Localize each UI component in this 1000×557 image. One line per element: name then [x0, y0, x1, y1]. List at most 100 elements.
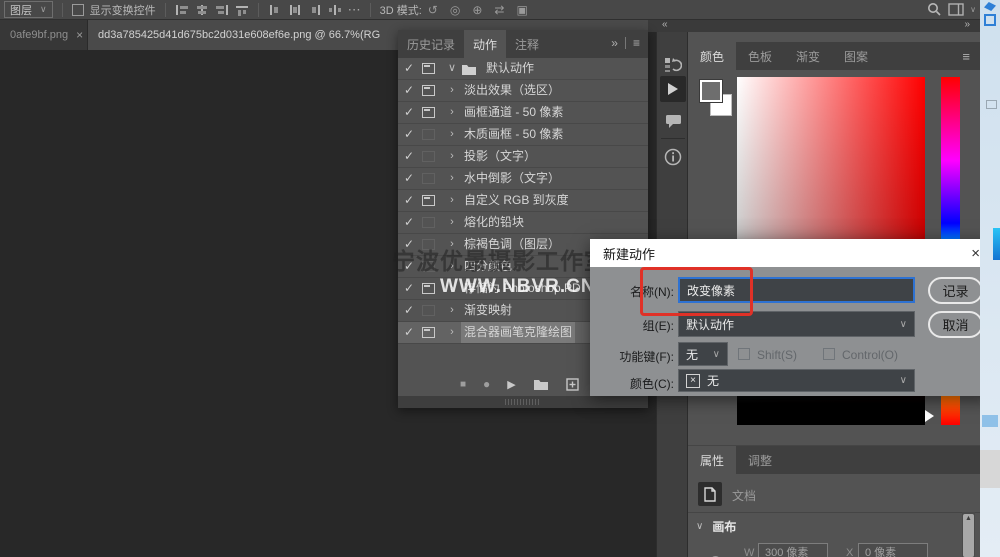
foreground-color-swatch[interactable] — [700, 80, 722, 102]
item-check-icon[interactable]: ✓ — [398, 124, 420, 145]
panel-resize-grip[interactable] — [398, 396, 648, 408]
new-set-button[interactable] — [533, 378, 549, 390]
canvas-section-header[interactable]: ∨ 画布 — [696, 518, 736, 535]
dialog-toggle-icon[interactable] — [422, 173, 435, 184]
tab-actions[interactable]: 动作 — [464, 30, 506, 58]
dialog-toggle-icon[interactable] — [422, 217, 435, 228]
expand-chevron-icon[interactable]: › — [443, 80, 461, 101]
document-tab-inactive[interactable]: 0afe9bf.png × — [0, 20, 88, 50]
more-options-icon[interactable]: ⋯ — [348, 2, 361, 18]
expand-chevron-icon[interactable]: › — [443, 124, 461, 145]
collapse-dock-icon[interactable]: » — [964, 19, 970, 30]
expand-chevron-icon[interactable]: › — [443, 212, 461, 233]
scrollbar[interactable]: ▲ — [962, 512, 975, 557]
expand-chevron-icon[interactable]: › — [443, 190, 461, 211]
chevron-down-icon[interactable]: ∨ — [970, 5, 976, 14]
layers-dropdown[interactable]: 图层 ∨ — [4, 1, 53, 18]
info-panel-icon[interactable] — [660, 144, 686, 170]
3d-scale-icon[interactable]: ▣ — [516, 3, 527, 17]
3d-slide-icon[interactable]: ⇄ — [494, 3, 504, 17]
dialog-toggle-icon[interactable] — [422, 63, 435, 74]
record-button[interactable]: 记录 — [928, 277, 983, 304]
align-left-icon[interactable] — [175, 4, 189, 16]
item-check-icon[interactable]: ✓ — [398, 278, 420, 299]
close-icon[interactable]: × — [971, 245, 980, 262]
dialog-toggle-icon[interactable] — [422, 327, 435, 338]
distribute-left-icon[interactable] — [268, 4, 282, 16]
new-action-button[interactable] — [566, 378, 579, 391]
expand-chevron-icon[interactable]: › — [443, 322, 461, 343]
item-check-icon[interactable]: ✓ — [398, 300, 420, 321]
3d-roll-icon[interactable]: ◎ — [450, 3, 460, 17]
3d-drag-icon[interactable]: ⊕ — [472, 3, 482, 17]
expand-chevron-icon[interactable]: › — [443, 300, 461, 321]
panel-collapse-icon[interactable]: » — [611, 36, 618, 50]
tab-patterns[interactable]: 图案 — [832, 42, 880, 70]
color-select[interactable]: × 无 ∨ — [678, 369, 915, 392]
close-icon[interactable]: × — [76, 28, 83, 42]
dialog-title-bar[interactable]: 新建动作 × — [590, 239, 993, 267]
scrollbar-thumb[interactable]: ▲ — [963, 514, 974, 557]
stop-button[interactable]: ■ — [460, 379, 466, 390]
action-row[interactable]: ✓ › 木质画框 - 50 像素 — [398, 124, 648, 146]
cancel-button[interactable]: 取消 — [928, 311, 983, 338]
distribute-gap-icon[interactable] — [328, 4, 342, 16]
item-check-icon[interactable]: ✓ — [398, 146, 420, 167]
chevron-down-icon: ∨ — [713, 349, 720, 360]
tab-adjustments[interactable]: 调整 — [736, 446, 784, 474]
notes-panel-icon[interactable] — [660, 108, 686, 134]
align-top-icon[interactable] — [235, 4, 249, 16]
x-field[interactable]: 0 像素 — [858, 543, 928, 557]
action-row[interactable]: ✓ › 投影（文字） — [398, 146, 648, 168]
function-key-select[interactable]: 无 ∨ — [678, 342, 728, 366]
dialog-toggle-icon[interactable] — [422, 85, 435, 96]
tab-gradients[interactable]: 渐变 — [784, 42, 832, 70]
action-row[interactable]: ✓ › 淡出效果（选区） — [398, 80, 648, 102]
item-check-icon[interactable]: ✓ — [398, 322, 420, 343]
show-transform-checkbox[interactable] — [72, 4, 84, 16]
search-icon[interactable] — [927, 2, 942, 17]
item-check-icon[interactable]: ✓ — [398, 58, 420, 79]
align-center-icon[interactable] — [195, 4, 209, 16]
item-check-icon[interactable]: ✓ — [398, 102, 420, 123]
record-button[interactable]: ● — [483, 377, 490, 391]
dialog-toggle-icon[interactable] — [422, 151, 435, 162]
workspace-icon[interactable] — [948, 3, 964, 16]
dialog-toggle-icon[interactable] — [422, 195, 435, 206]
tab-notes[interactable]: 注释 — [506, 30, 548, 58]
distribute-right-icon[interactable] — [308, 4, 322, 16]
action-row[interactable]: ✓ ∨ 默认动作 — [398, 58, 648, 80]
tab-properties[interactable]: 属性 — [688, 446, 736, 474]
actions-panel-icon[interactable] — [660, 76, 686, 102]
play-button[interactable]: ▶ — [507, 378, 515, 391]
history-panel-icon[interactable] — [660, 52, 686, 78]
action-row[interactable]: ✓ › 画框通道 - 50 像素 — [398, 102, 648, 124]
expand-chevron-icon[interactable]: › — [443, 146, 461, 167]
panel-menu-icon[interactable]: ≡ — [633, 36, 640, 50]
shift-checkbox[interactable] — [738, 348, 750, 360]
tab-history[interactable]: 历史记录 — [398, 30, 464, 58]
expand-chevron-icon[interactable]: › — [443, 168, 461, 189]
expand-chevron-icon[interactable]: › — [443, 102, 461, 123]
control-checkbox[interactable] — [823, 348, 835, 360]
expand-dock-icon[interactable]: « — [662, 19, 668, 30]
item-check-icon[interactable]: ✓ — [398, 168, 420, 189]
item-check-icon[interactable]: ✓ — [398, 190, 420, 211]
panel-menu-icon[interactable]: ≡ — [962, 49, 970, 64]
item-check-icon[interactable]: ✓ — [398, 80, 420, 101]
action-row[interactable]: ✓ › 熔化的铅块 — [398, 212, 648, 234]
dialog-toggle-icon[interactable] — [422, 129, 435, 140]
tab-color[interactable]: 颜色 — [688, 42, 736, 70]
width-field[interactable]: 300 像素 — [758, 543, 828, 557]
item-check-icon[interactable]: ✓ — [398, 212, 420, 233]
3d-rotate-icon[interactable]: ↺ — [428, 3, 438, 17]
action-row[interactable]: ✓ › 自定义 RGB 到灰度 — [398, 190, 648, 212]
dialog-toggle-icon[interactable] — [422, 305, 435, 316]
distribute-center-icon[interactable] — [288, 4, 302, 16]
expand-chevron-icon[interactable]: ∨ — [443, 58, 461, 79]
align-right-icon[interactable] — [215, 4, 229, 16]
dialog-toggle-icon[interactable] — [422, 107, 435, 118]
tab-swatches[interactable]: 色板 — [736, 42, 784, 70]
action-row[interactable]: ✓ › 水中倒影（文字） — [398, 168, 648, 190]
dialog-toggle-icon[interactable] — [422, 283, 435, 294]
